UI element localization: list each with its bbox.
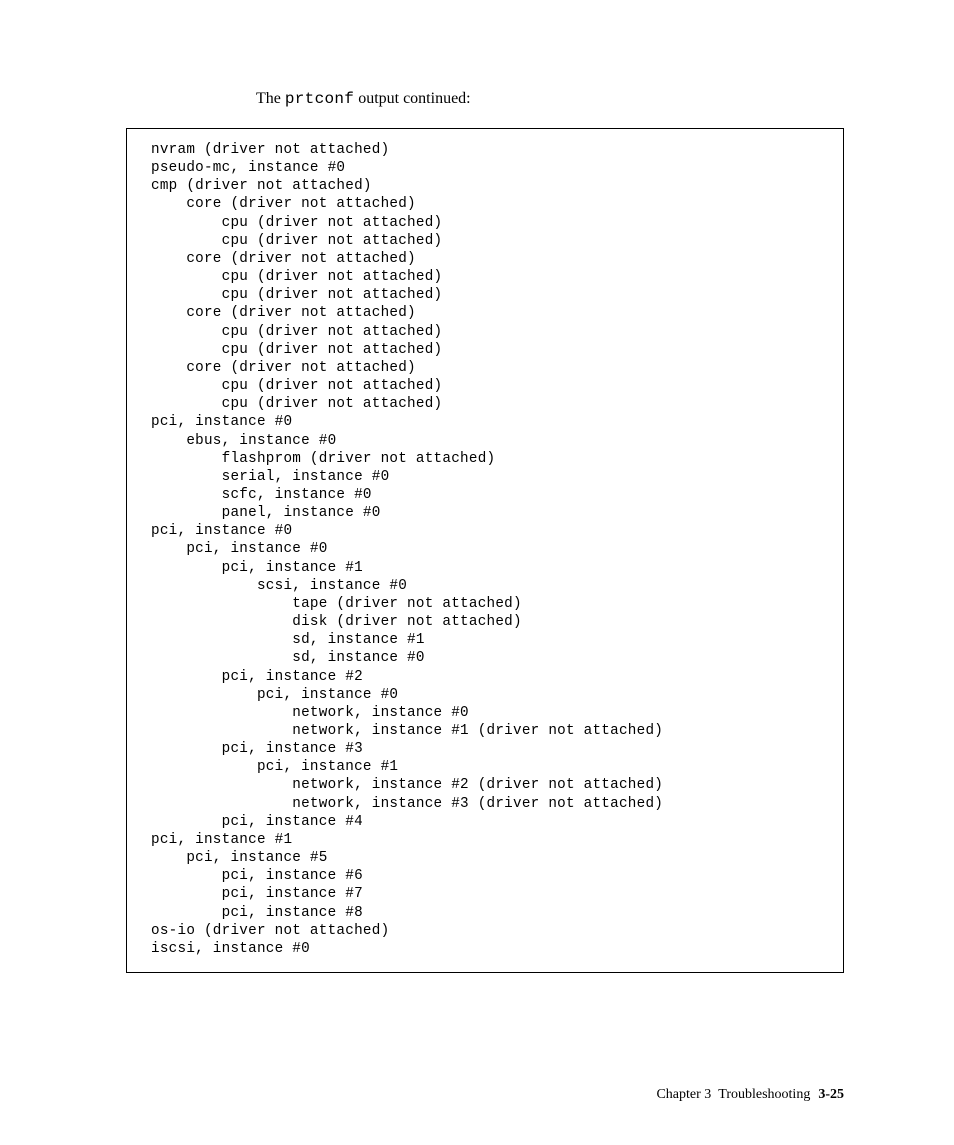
footer-chapter: Chapter 3 <box>656 1087 711 1102</box>
intro-line: The prtconf output continued: <box>256 90 844 108</box>
code-listing: nvram (driver not attached) pseudo-mc, i… <box>126 128 844 973</box>
footer-title: Troubleshooting <box>718 1087 810 1102</box>
intro-suffix: output continued: <box>354 90 470 107</box>
intro-prefix: The <box>256 90 285 107</box>
command-name: prtconf <box>285 90 354 108</box>
page-footer: Chapter 3 Troubleshooting 3-25 <box>656 1087 844 1103</box>
footer-page-number: 3-25 <box>818 1087 844 1102</box>
